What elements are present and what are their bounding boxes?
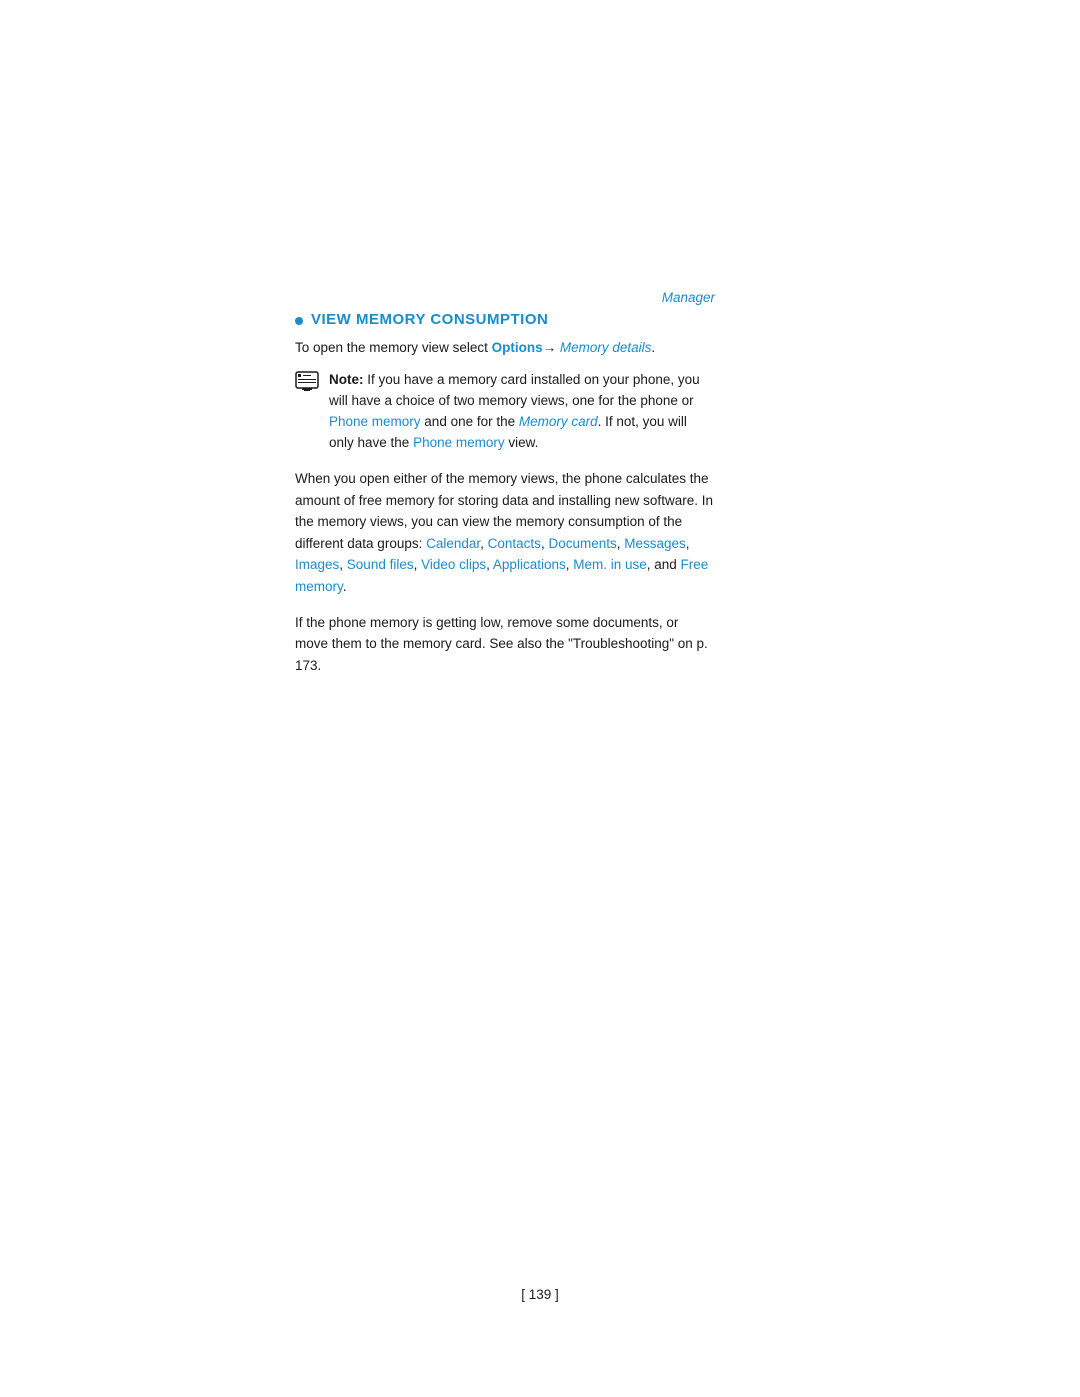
- mem-in-use-link[interactable]: Mem. in use: [573, 557, 647, 572]
- contacts-link[interactable]: Contacts: [488, 536, 541, 551]
- note-text-1: If you have a memory card installed on y…: [329, 372, 700, 408]
- calendar-link[interactable]: Calendar: [426, 536, 480, 551]
- section-title: VIEW MEMORY CONSUMPTION: [295, 311, 715, 328]
- body-paragraph-2: If the phone memory is getting low, remo…: [295, 612, 715, 677]
- note-text-4: view.: [505, 435, 539, 450]
- manager-label: Manager: [295, 290, 715, 305]
- memory-details-link[interactable]: Memory details: [560, 340, 652, 355]
- body-paragraph-1: When you open either of the memory views…: [295, 468, 715, 598]
- applications-link[interactable]: Applications: [493, 557, 566, 572]
- page-number: [ 139 ]: [521, 1287, 559, 1302]
- messages-link[interactable]: Messages: [624, 536, 686, 551]
- note-text-2: and one for the: [421, 414, 519, 429]
- phone-memory-link-2[interactable]: Phone memory: [413, 435, 505, 450]
- note-box: Note: If you have a memory card installe…: [295, 370, 715, 454]
- intro-paragraph: To open the memory view select Options→ …: [295, 338, 715, 358]
- arrow: →: [543, 340, 560, 355]
- sound-files-link[interactable]: Sound files: [347, 557, 414, 572]
- note-text: Note: If you have a memory card installe…: [329, 370, 715, 454]
- note-label: Note:: [329, 372, 364, 387]
- options-link[interactable]: Options: [492, 340, 543, 355]
- documents-link[interactable]: Documents: [548, 536, 616, 551]
- phone-memory-link-1[interactable]: Phone memory: [329, 414, 421, 429]
- images-link[interactable]: Images: [295, 557, 339, 572]
- page-container: Manager VIEW MEMORY CONSUMPTION To open …: [0, 0, 1080, 1397]
- bullet-dot: [295, 317, 303, 325]
- video-clips-link[interactable]: Video clips: [421, 557, 486, 572]
- section-heading: VIEW MEMORY CONSUMPTION: [311, 311, 548, 328]
- note-icon: [295, 371, 319, 391]
- intro-period: .: [651, 340, 655, 355]
- content-area: Manager VIEW MEMORY CONSUMPTION To open …: [295, 290, 715, 690]
- intro-text-pre: To open the memory view select: [295, 340, 492, 355]
- memory-card-link[interactable]: Memory card: [519, 414, 598, 429]
